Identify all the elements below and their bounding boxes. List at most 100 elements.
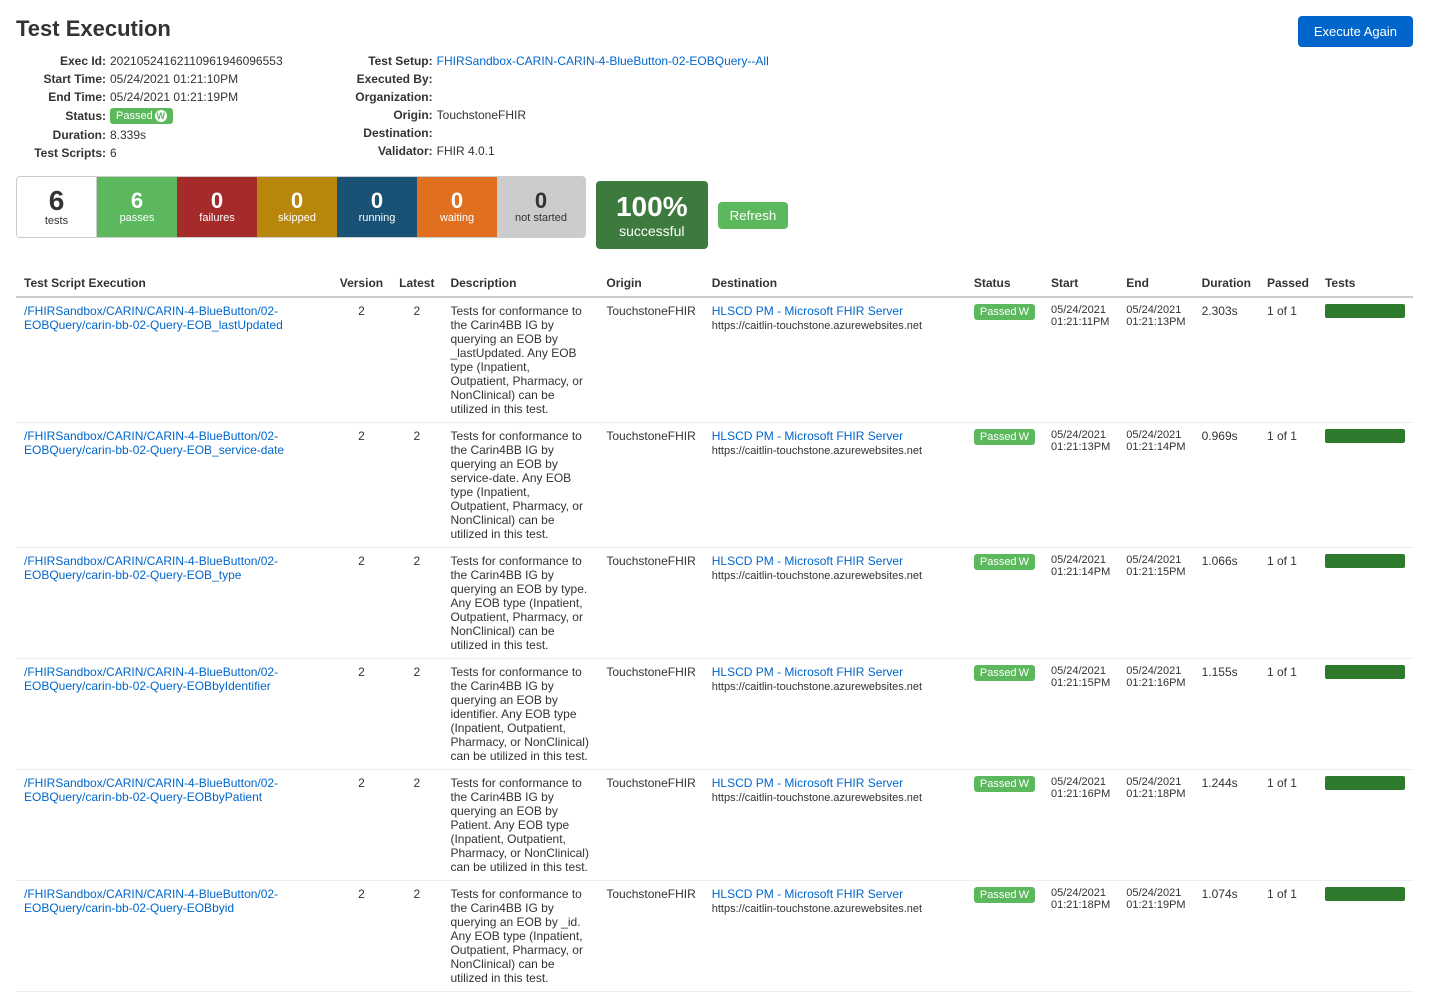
col-start: Start [1043,270,1118,297]
cell-description-2: Tests for conformance to the Carin4BB IG… [442,548,598,659]
dest-url-4: https://caitlin-touchstone.azurewebsites… [712,792,922,804]
dest-url-0: https://caitlin-touchstone.azurewebsites… [712,320,922,332]
cell-version-3: 2 [332,659,391,770]
cell-tests-3 [1317,659,1413,770]
cell-description-4: Tests for conformance to the Carin4BB IG… [442,770,598,881]
cell-origin-0: TouchstoneFHIR [598,297,703,423]
dest-url-3: https://caitlin-touchstone.azurewebsites… [712,681,922,693]
status-value: Passed [116,110,153,122]
cell-description-3: Tests for conformance to the Carin4BB IG… [442,659,598,770]
col-destination: Destination [704,270,966,297]
cell-duration-3: 1.155s [1194,659,1259,770]
progress-bar-4 [1325,776,1405,790]
summary-waiting: 0 waiting [417,177,497,237]
not-started-count: 0 [535,190,547,212]
cell-status-3: PassedW [966,659,1043,770]
cell-duration-4: 1.244s [1194,770,1259,881]
cell-end-4: 05/24/2021 01:21:18PM [1118,770,1193,881]
page-title: Test Execution [16,16,1413,42]
w-icon-4: W [1019,778,1029,790]
test-setup-value[interactable]: FHIRSandbox-CARIN-CARIN-4-BlueButton-02-… [437,54,769,68]
status-badge-2: PassedW [974,554,1035,570]
progress-bar-5 [1325,887,1405,901]
table-row: /FHIRSandbox/CARIN/CARIN-4-BlueButton/02… [16,659,1413,770]
cell-script-1: /FHIRSandbox/CARIN/CARIN-4-BlueButton/02… [16,423,332,548]
cell-tests-0 [1317,297,1413,423]
dest-link-5[interactable]: HLSCD PM - Microsoft FHIR Server [712,887,903,901]
running-label: running [359,212,396,224]
cell-latest-0: 2 [391,297,442,423]
script-link-1[interactable]: /FHIRSandbox/CARIN/CARIN-4-BlueButton/02… [24,429,324,457]
origin-label: Origin: [343,108,433,122]
header-section: Exec Id: 20210524162110961946096553 Star… [16,54,1413,160]
script-link-3[interactable]: /FHIRSandbox/CARIN/CARIN-4-BlueButton/02… [24,665,324,693]
script-link-0[interactable]: /FHIRSandbox/CARIN/CARIN-4-BlueButton/02… [24,304,324,332]
dest-link-2[interactable]: HLSCD PM - Microsoft FHIR Server [712,554,903,568]
cell-script-3: /FHIRSandbox/CARIN/CARIN-4-BlueButton/02… [16,659,332,770]
cell-start-4: 05/24/2021 01:21:16PM [1043,770,1118,881]
progress-bar-1 [1325,429,1405,443]
end-time-label: End Time: [16,90,106,104]
dest-link-3[interactable]: HLSCD PM - Microsoft FHIR Server [712,665,903,679]
results-table: Test Script Execution Version Latest Des… [16,270,1413,992]
cell-duration-5: 1.074s [1194,881,1259,992]
col-description: Description [442,270,598,297]
table-header-row: Test Script Execution Version Latest Des… [16,270,1413,297]
script-link-2[interactable]: /FHIRSandbox/CARIN/CARIN-4-BlueButton/02… [24,554,324,582]
executed-by-label: Executed By: [343,72,433,86]
progress-bar-0 [1325,304,1405,318]
cell-description-1: Tests for conformance to the Carin4BB IG… [442,423,598,548]
status-badge: Passed W [110,108,173,124]
summary-bar: 6 tests 6 passes 0 failures 0 skipped 0 … [16,176,586,238]
success-label: successful [619,223,684,239]
cell-script-2: /FHIRSandbox/CARIN/CARIN-4-BlueButton/02… [16,548,332,659]
cell-destination-4: HLSCD PM - Microsoft FHIR Server https:/… [704,770,966,881]
cell-status-2: PassedW [966,548,1043,659]
summary-tests: 6 tests [17,177,97,237]
w-icon-3: W [1019,667,1029,679]
cell-destination-0: HLSCD PM - Microsoft FHIR Server https:/… [704,297,966,423]
dest-url-1: https://caitlin-touchstone.azurewebsites… [712,445,922,457]
cell-latest-4: 2 [391,770,442,881]
status-badge-0: PassedW [974,304,1035,320]
script-link-5[interactable]: /FHIRSandbox/CARIN/CARIN-4-BlueButton/02… [24,887,324,915]
failures-label: failures [199,212,234,224]
script-link-4[interactable]: /FHIRSandbox/CARIN/CARIN-4-BlueButton/02… [24,776,324,804]
cell-end-3: 05/24/2021 01:21:16PM [1118,659,1193,770]
cell-version-4: 2 [332,770,391,881]
col-origin: Origin [598,270,703,297]
cell-start-3: 05/24/2021 01:21:15PM [1043,659,1118,770]
table-row: /FHIRSandbox/CARIN/CARIN-4-BlueButton/02… [16,881,1413,992]
cell-version-0: 2 [332,297,391,423]
col-latest: Latest [391,270,442,297]
cell-version-2: 2 [332,548,391,659]
status-badge-5: PassedW [974,887,1035,903]
cell-version-5: 2 [332,881,391,992]
meta-right: Test Setup: FHIRSandbox-CARIN-CARIN-4-Bl… [343,54,769,160]
dest-link-1[interactable]: HLSCD PM - Microsoft FHIR Server [712,429,903,443]
cell-status-1: PassedW [966,423,1043,548]
w-icon: W [155,110,167,122]
table-row: /FHIRSandbox/CARIN/CARIN-4-BlueButton/02… [16,297,1413,423]
dest-link-4[interactable]: HLSCD PM - Microsoft FHIR Server [712,776,903,790]
dest-url-2: https://caitlin-touchstone.azurewebsites… [712,570,922,582]
cell-end-0: 05/24/2021 01:21:13PM [1118,297,1193,423]
tests-count: 6 [49,187,65,215]
cell-status-4: PassedW [966,770,1043,881]
not-started-label: not started [515,212,567,224]
dest-link-0[interactable]: HLSCD PM - Microsoft FHIR Server [712,304,903,318]
cell-latest-3: 2 [391,659,442,770]
success-block: 100% successful [596,181,708,249]
execute-again-button[interactable]: Execute Again [1298,16,1413,47]
col-end: End [1118,270,1193,297]
cell-latest-5: 2 [391,881,442,992]
col-duration: Duration [1194,270,1259,297]
cell-passed-5: 1 of 1 [1259,881,1317,992]
cell-duration-2: 1.066s [1194,548,1259,659]
cell-version-1: 2 [332,423,391,548]
refresh-button[interactable]: Refresh [718,202,789,229]
w-icon-2: W [1019,556,1029,568]
status-badge-3: PassedW [974,665,1035,681]
col-tests: Tests [1317,270,1413,297]
success-pct: 100% [616,191,688,223]
